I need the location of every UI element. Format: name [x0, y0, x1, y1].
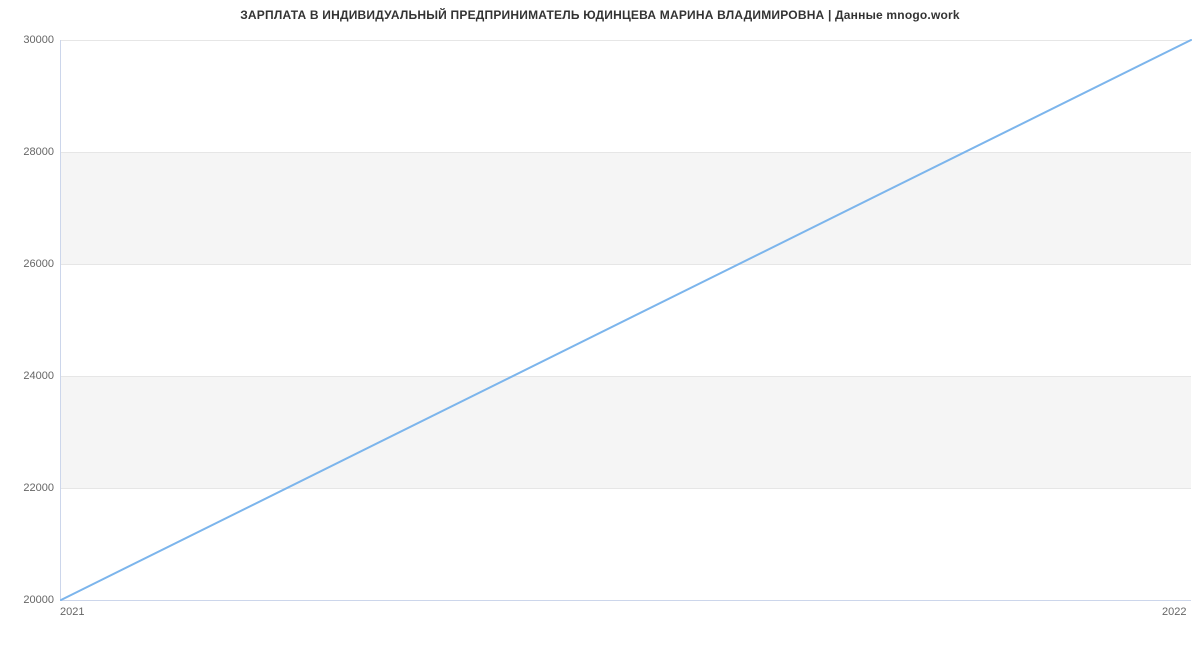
chart-title: ЗАРПЛАТА В ИНДИВИДУАЛЬНЫЙ ПРЕДПРИНИМАТЕЛ…	[0, 8, 1200, 22]
x-tick-label: 2022	[1162, 606, 1186, 618]
plot-area	[60, 40, 1191, 601]
y-tick-label: 28000	[4, 146, 54, 158]
data-series-line	[61, 40, 1191, 600]
y-tick-label: 24000	[4, 370, 54, 382]
x-tick-label: 2021	[60, 606, 84, 618]
line-layer	[61, 40, 1191, 600]
y-tick-label: 26000	[4, 258, 54, 270]
y-tick-label: 20000	[4, 594, 54, 606]
y-tick-label: 30000	[4, 34, 54, 46]
chart-container: ЗАРПЛАТА В ИНДИВИДУАЛЬНЫЙ ПРЕДПРИНИМАТЕЛ…	[0, 0, 1200, 650]
y-tick-label: 22000	[4, 482, 54, 494]
